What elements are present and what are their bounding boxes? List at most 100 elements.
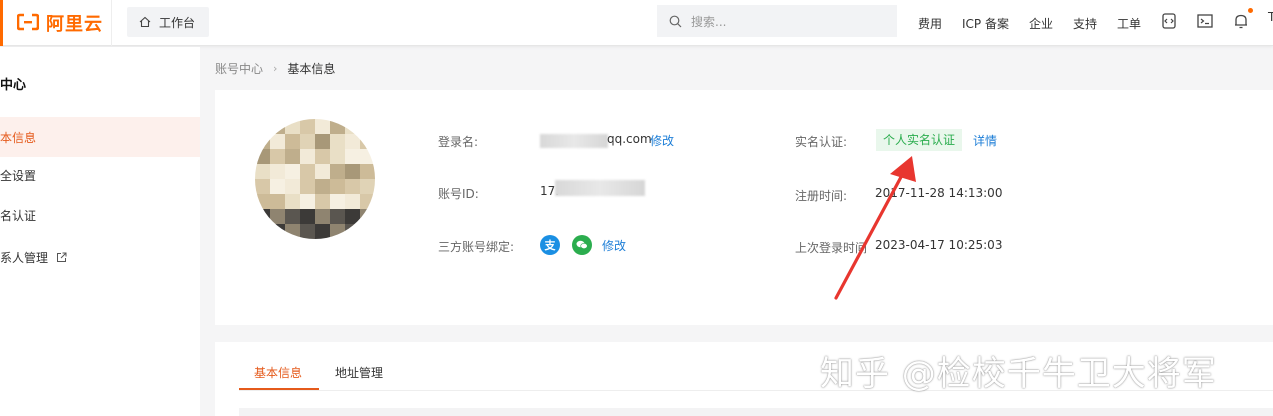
third-party-label: 三方账号绑定: <box>438 240 515 254</box>
avatar-pixel <box>285 209 300 224</box>
logo-text: 阿里云 <box>46 14 103 35</box>
nav-support[interactable]: 支持 <box>1073 15 1097 32</box>
aliyun-logo-icon <box>17 13 39 31</box>
avatar-pixel <box>300 119 315 134</box>
avatar-pixel <box>360 224 375 239</box>
sidebar-title: 中心 <box>0 78 27 93</box>
realname-detail-link[interactable]: 详情 <box>973 132 997 149</box>
zhihu-watermark: 知乎 @检校千牛卫大将军 <box>820 354 1217 394</box>
avatar-pixel <box>315 149 330 164</box>
avatar-pixel <box>315 179 330 194</box>
avatar-pixel <box>360 164 375 179</box>
nav-enterprise[interactable]: 企业 <box>1029 15 1053 32</box>
avatar-pixel <box>315 224 330 239</box>
alipay-icon[interactable]: 支 <box>540 235 560 255</box>
code-icon[interactable] <box>1160 12 1178 30</box>
avatar-pixel <box>345 224 360 239</box>
avatar-pixel <box>270 194 285 209</box>
notification-dot <box>1248 8 1253 13</box>
breadcrumb-separator: › <box>273 62 278 75</box>
avatar-pixel <box>360 119 375 134</box>
avatar-pixel <box>255 149 270 164</box>
avatar-pixel <box>345 134 360 149</box>
workbench-label: 工作台 <box>159 15 196 30</box>
avatar-pixel <box>270 209 285 224</box>
search-placeholder: 搜索... <box>691 14 727 29</box>
avatar-pixel <box>330 119 345 134</box>
breadcrumb: 账号中心 › 基本信息 <box>215 60 335 77</box>
active-tab-underline <box>239 388 319 390</box>
avatar-pixel <box>360 134 375 149</box>
avatar-pixel <box>285 179 300 194</box>
sidebar-item-realname[interactable]: 名认证 <box>0 195 200 235</box>
top-navigation-bar: 阿里云 工作台 搜索... 费用 ICP 备案 企业 支持 工单 T <box>0 0 1273 46</box>
login-name-edit-link[interactable]: 修改 <box>650 132 674 149</box>
avatar-pixel <box>285 164 300 179</box>
search-input[interactable]: 搜索... <box>657 5 897 37</box>
avatar-pixel <box>315 164 330 179</box>
avatar-pixel <box>285 194 300 209</box>
sidebar-item-contacts[interactable]: 系人管理 <box>0 237 200 277</box>
avatar-pixel <box>345 194 360 209</box>
search-icon <box>669 15 682 27</box>
avatar-pixel <box>285 134 300 149</box>
login-name-value: qq.com <box>607 132 652 146</box>
avatar-pixel <box>285 119 300 134</box>
sidebar-item-label: 全设置 <box>0 168 37 183</box>
avatar-pixel <box>270 224 285 239</box>
avatar-pixel <box>315 194 330 209</box>
avatar-pixel <box>360 209 375 224</box>
avatar-pixel <box>330 134 345 149</box>
avatar-pixel <box>270 134 285 149</box>
avatar-pixel <box>270 179 285 194</box>
avatar-pixel <box>255 224 270 239</box>
avatar-pixel <box>345 179 360 194</box>
avatar-pixel <box>255 194 270 209</box>
avatar-pixel <box>300 164 315 179</box>
avatar-pixel <box>300 179 315 194</box>
nav-icp-filing[interactable]: ICP 备案 <box>962 15 1009 32</box>
tab-address-management[interactable]: 地址管理 <box>335 364 383 381</box>
avatar-pixel <box>255 209 270 224</box>
nav-ticket[interactable]: 工单 <box>1117 15 1141 32</box>
avatar-pixel <box>315 119 330 134</box>
avatar-pixel <box>300 134 315 149</box>
avatar[interactable] <box>255 119 375 239</box>
account-id-label: 账号ID: <box>438 187 479 201</box>
avatar-pixel <box>345 149 360 164</box>
external-link-icon <box>57 252 67 262</box>
sidebar: 中心 本信息 全设置 名认证 系人管理 <box>0 47 200 416</box>
tab-basic-info[interactable]: 基本信息 <box>254 364 302 381</box>
avatar-pixel <box>360 149 375 164</box>
login-name-label: 登录名: <box>438 135 479 149</box>
third-party-edit-link[interactable]: 修改 <box>602 237 626 254</box>
avatar-pixel <box>255 119 270 134</box>
avatar-pixel <box>300 194 315 209</box>
login-name-redacted <box>540 134 608 148</box>
avatar-pixel <box>360 194 375 209</box>
wechat-icon[interactable] <box>572 235 592 255</box>
avatar-pixel <box>330 224 345 239</box>
avatar-pixel <box>300 209 315 224</box>
workbench-button[interactable]: 工作台 <box>127 7 209 37</box>
avatar-mosaic <box>255 119 375 239</box>
avatar-pixel <box>270 119 285 134</box>
avatar-pixel <box>330 194 345 209</box>
avatar-pixel <box>330 179 345 194</box>
avatar-pixel <box>255 164 270 179</box>
nav-fees[interactable]: 费用 <box>918 15 942 32</box>
avatar-pixel <box>285 224 300 239</box>
sidebar-item-basic-info[interactable]: 本信息 <box>0 117 200 157</box>
avatar-pixel <box>360 179 375 194</box>
avatar-pixel <box>345 209 360 224</box>
avatar-pixel <box>270 164 285 179</box>
avatar-pixel <box>285 149 300 164</box>
sidebar-item-label: 本信息 <box>0 130 37 145</box>
terminal-icon[interactable] <box>1196 12 1214 30</box>
bell-icon[interactable] <box>1232 8 1253 30</box>
breadcrumb-current: 基本信息 <box>287 62 336 76</box>
aliyun-logo[interactable]: 阿里云 <box>0 0 112 46</box>
sidebar-item-security[interactable]: 全设置 <box>0 155 200 195</box>
breadcrumb-parent[interactable]: 账号中心 <box>215 60 263 77</box>
avatar-pixel <box>345 119 360 134</box>
